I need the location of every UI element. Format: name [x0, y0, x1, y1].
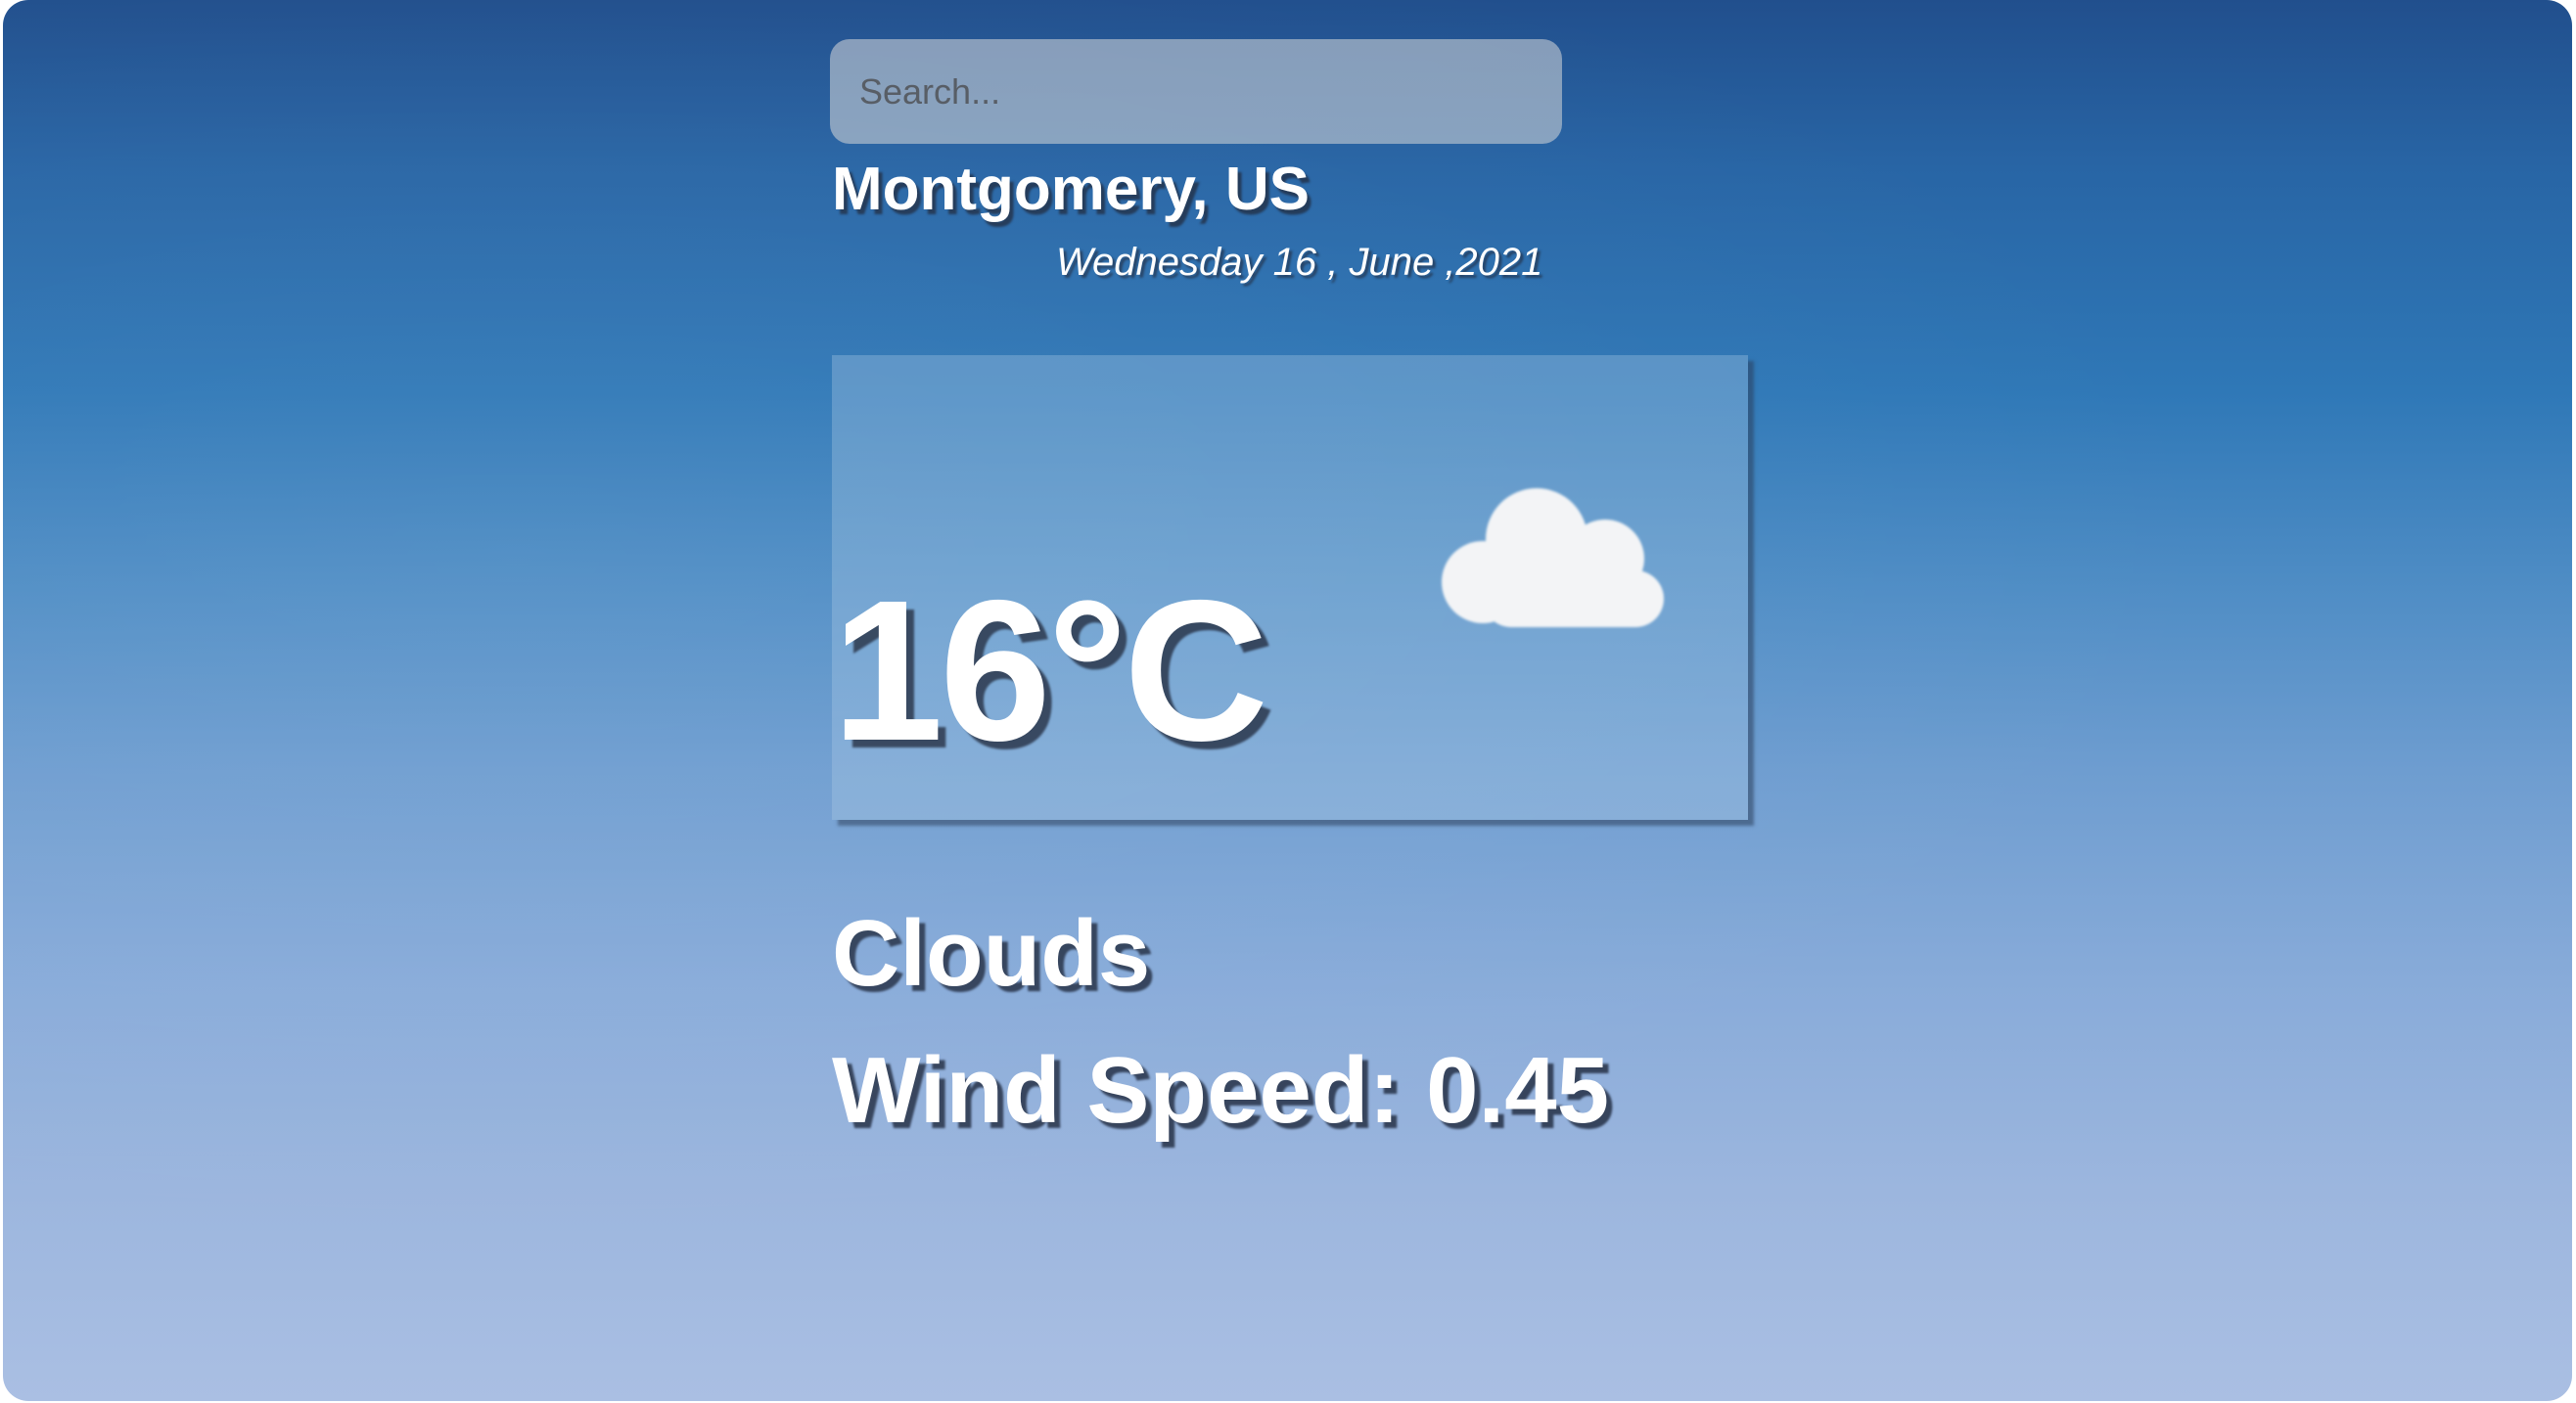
- weather-condition: Clouds: [832, 901, 1151, 1006]
- weather-app: Montgomery, US Wednesday 16 , June ,2021…: [3, 0, 2572, 1401]
- wind-speed: Wind Speed: 0.45: [832, 1038, 1609, 1143]
- search-input[interactable]: [830, 39, 1562, 144]
- cloud-icon: [1442, 488, 1664, 627]
- location-title: Montgomery, US: [832, 156, 1310, 223]
- temperature-value: 16°C: [832, 559, 1268, 783]
- date-label: Wednesday 16 , June ,2021: [1056, 241, 1543, 284]
- temperature-card: 16°C: [832, 355, 1748, 820]
